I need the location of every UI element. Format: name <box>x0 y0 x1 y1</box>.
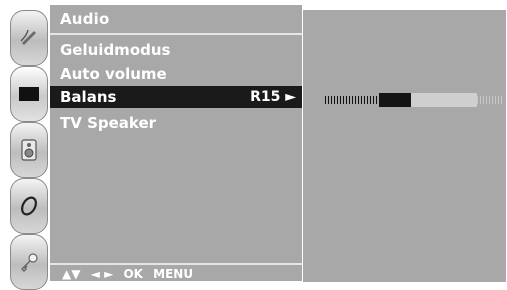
slider-left-ticks <box>325 96 383 104</box>
category-icon-strip <box>4 4 48 290</box>
satellite-icon[interactable] <box>10 10 48 66</box>
key-icon[interactable] <box>10 234 48 290</box>
menu-item-label: TV Speaker <box>60 114 157 132</box>
menu-item-geluidmodus[interactable]: Geluidmodus <box>50 39 302 61</box>
title-divider <box>50 33 302 35</box>
menu-item-label: Geluidmodus <box>60 41 171 59</box>
balance-slider[interactable] <box>325 93 505 107</box>
menu-item-tv-speaker[interactable]: TV Speaker <box>50 112 302 134</box>
menu-item-balans[interactable]: Balans R15 ► <box>50 86 302 108</box>
balance-value: R15 ► <box>250 89 296 105</box>
slider-right-ticks <box>477 96 503 104</box>
tv-osd-screen: Audio Geluidmodus Auto volume Balans R15… <box>0 0 507 290</box>
up-down-arrows-icon: ▲▼ <box>62 267 81 281</box>
footer-divider <box>50 263 302 265</box>
audio-menu-panel: Audio Geluidmodus Auto volume Balans R15… <box>50 5 302 281</box>
left-right-arrows-icon: ◄ ► <box>90 267 114 281</box>
slider-track <box>411 93 477 107</box>
menu-title: Audio <box>60 10 110 28</box>
menu-item-label: Balans <box>60 88 117 106</box>
clock-icon[interactable] <box>10 178 48 234</box>
menu-hint: MENU <box>153 267 194 281</box>
menu-item-auto-volume[interactable]: Auto volume <box>50 63 302 85</box>
navigation-hint-bar: ▲▼ ◄ ► OK MENU <box>62 267 199 281</box>
menu-item-label: Auto volume <box>60 65 167 83</box>
balance-sub-panel <box>303 10 506 282</box>
ok-hint: OK <box>123 267 143 281</box>
picture-icon[interactable] <box>10 66 48 122</box>
speaker-icon[interactable] <box>10 122 48 178</box>
slider-thumb[interactable] <box>379 93 411 107</box>
